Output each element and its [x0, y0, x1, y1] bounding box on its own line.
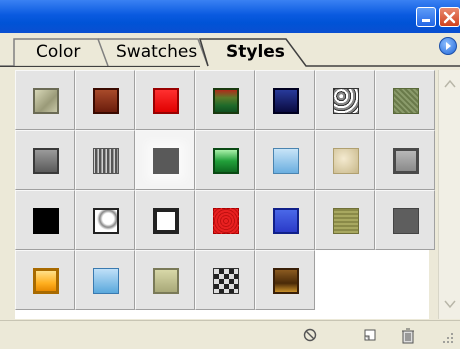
style-swatch[interactable]: [255, 70, 315, 130]
style-swatch[interactable]: [315, 130, 375, 190]
style-sky-blue-preview: [93, 268, 119, 294]
style-swatch[interactable]: [195, 130, 255, 190]
style-marble-gray-preview: [333, 88, 359, 114]
style-swatch[interactable]: [255, 190, 315, 250]
panel-footer: [0, 320, 460, 349]
style-swatch[interactable]: [75, 250, 135, 310]
style-green-red-preview: [213, 88, 239, 114]
style-red-rough-preview: [213, 208, 239, 234]
style-woodgrain-gray-preview: [93, 148, 119, 174]
tab-color[interactable]: Color: [14, 38, 112, 66]
style-black-preview: [33, 208, 59, 234]
styles-grid: [15, 70, 435, 319]
style-swatch[interactable]: [255, 250, 315, 310]
panel-menu-button[interactable]: [439, 37, 457, 55]
style-olive-textured-preview: [393, 88, 419, 114]
close-button[interactable]: [439, 7, 460, 27]
style-bronze-preview: [273, 268, 299, 294]
tab-styles[interactable]: Styles: [208, 38, 316, 66]
vertical-scrollbar[interactable]: [438, 70, 460, 319]
style-swatch[interactable]: [75, 130, 135, 190]
style-blue-preview: [273, 208, 299, 234]
style-checker-preview: [213, 268, 239, 294]
tab-swatches[interactable]: Swatches: [100, 38, 216, 66]
style-swatch[interactable]: [375, 190, 435, 250]
new-style-icon[interactable]: [362, 327, 378, 343]
style-swatch[interactable]: [15, 70, 75, 130]
style-swatch[interactable]: [315, 70, 375, 130]
style-splatter-white-preview: [93, 208, 119, 234]
clear-style-icon[interactable]: [302, 327, 318, 343]
style-swatch[interactable]: [315, 190, 375, 250]
style-dark-gray-glow-preview: [153, 148, 179, 174]
style-orange-gold-preview: [33, 268, 59, 294]
resize-grip-icon[interactable]: [441, 331, 455, 345]
window-titlebar: [0, 0, 460, 33]
trash-icon[interactable]: [400, 327, 416, 345]
style-gray-flat-preview: [393, 208, 419, 234]
style-swatch[interactable]: [135, 250, 195, 310]
style-silver-frame-preview: [393, 148, 419, 174]
style-swatch[interactable]: [15, 130, 75, 190]
style-swatch[interactable]: [135, 190, 195, 250]
scroll-down-icon[interactable]: [442, 296, 458, 312]
style-swatch[interactable]: [135, 70, 195, 130]
minimize-button[interactable]: [416, 7, 436, 27]
style-olive-woven-preview: [333, 208, 359, 234]
style-white-framed-preview: [153, 208, 179, 234]
style-rust-brown-preview: [93, 88, 119, 114]
tab-bar: Color Swatches Styles: [0, 33, 460, 67]
style-swatch[interactable]: [135, 130, 195, 190]
style-swatch[interactable]: [195, 190, 255, 250]
style-parchment-preview: [333, 148, 359, 174]
style-red-preview: [153, 88, 179, 114]
style-swatch[interactable]: [375, 70, 435, 130]
style-light-blue-preview: [273, 148, 299, 174]
style-khaki-preview: [153, 268, 179, 294]
style-marble-beige-preview: [33, 88, 59, 114]
style-swatch[interactable]: [255, 130, 315, 190]
style-swatch[interactable]: [195, 250, 255, 310]
scroll-up-icon[interactable]: [442, 76, 458, 92]
style-swatch[interactable]: [195, 70, 255, 130]
style-navy-preview: [273, 88, 299, 114]
style-swatch[interactable]: [15, 190, 75, 250]
style-swatch[interactable]: [375, 130, 435, 190]
style-swatch[interactable]: [75, 70, 135, 130]
style-gray-bevel-preview: [33, 148, 59, 174]
close-icon: [443, 11, 456, 24]
style-green-bevel-preview: [213, 148, 239, 174]
style-swatch[interactable]: [15, 250, 75, 310]
style-swatch[interactable]: [75, 190, 135, 250]
